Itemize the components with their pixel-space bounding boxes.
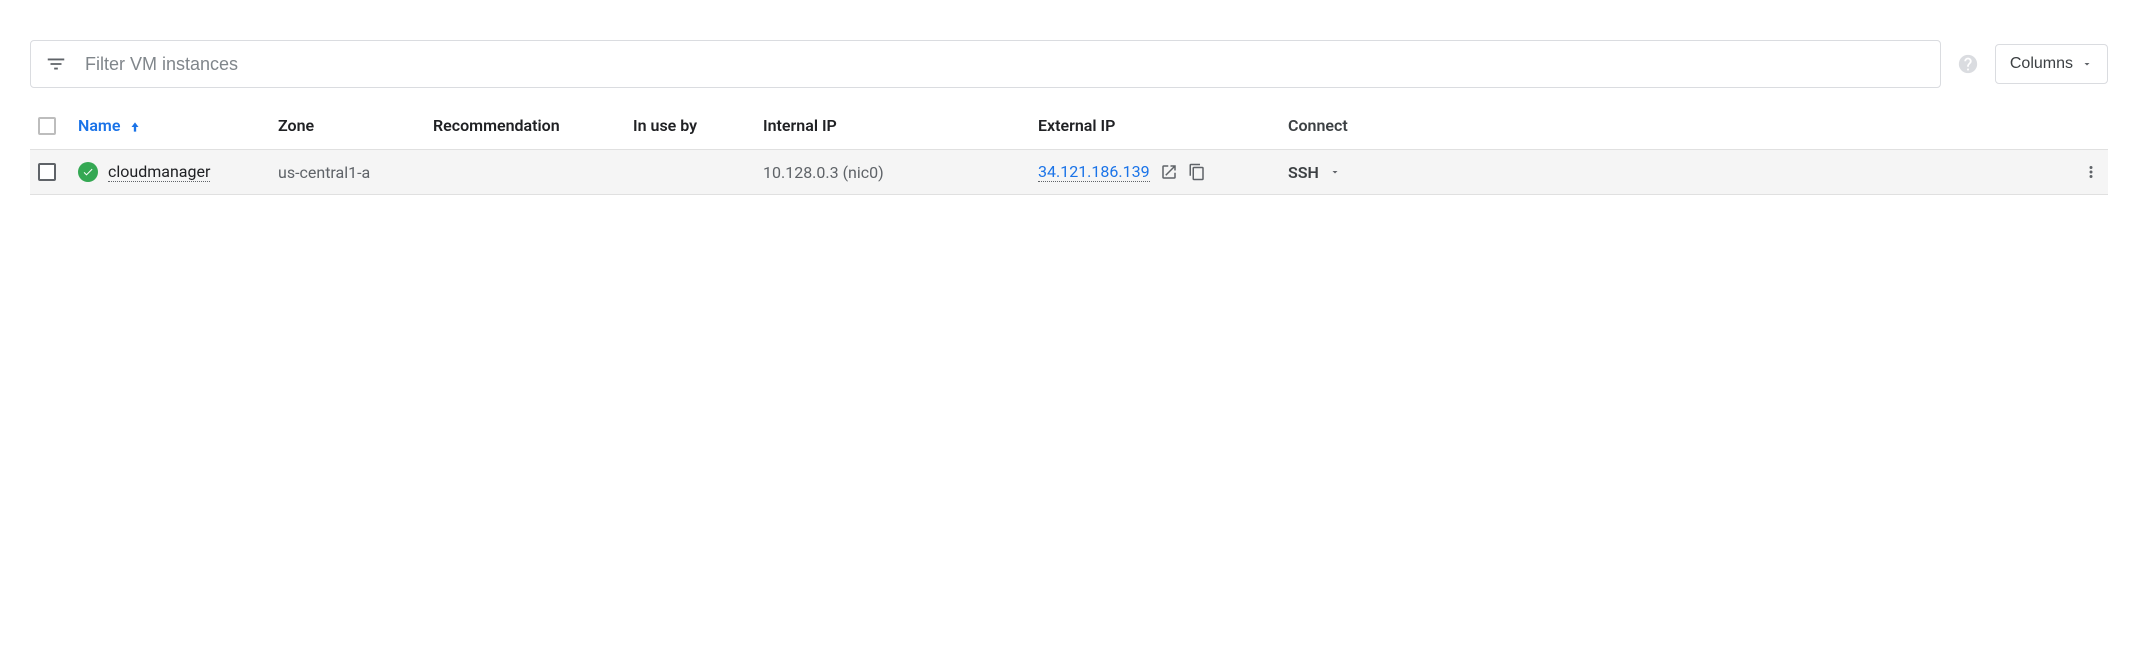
filter-icon — [45, 53, 67, 75]
column-header-zone[interactable]: Zone — [270, 106, 425, 150]
caret-down-icon — [1329, 166, 1341, 178]
column-header-name[interactable]: Name — [70, 106, 270, 150]
copy-icon[interactable] — [1188, 163, 1206, 181]
table-row: cloudmanager us-central1-a 10.128.0.3 (n… — [30, 150, 2108, 195]
internal-ip-value: 10.128.0.3 (nic0) — [763, 163, 884, 182]
vm-instances-table: Name Zone Recommendation In use by Inter… — [30, 106, 2108, 195]
open-in-new-icon[interactable] — [1160, 163, 1178, 181]
filter-box[interactable] — [30, 40, 1941, 88]
row-checkbox[interactable] — [38, 163, 56, 181]
columns-button-label: Columns — [2010, 55, 2073, 73]
external-ip-link[interactable]: 34.121.186.139 — [1038, 162, 1150, 182]
ssh-button[interactable]: SSH — [1288, 163, 1341, 182]
column-header-internal-ip[interactable]: Internal IP — [755, 106, 1030, 150]
ssh-label: SSH — [1288, 163, 1319, 182]
column-header-recommendation[interactable]: Recommendation — [425, 106, 625, 150]
select-all-checkbox[interactable] — [38, 117, 56, 135]
filter-input[interactable] — [83, 53, 1926, 76]
help-icon[interactable] — [1957, 53, 1979, 75]
zone-value: us-central1-a — [278, 163, 370, 182]
status-running-icon — [78, 162, 98, 182]
instance-name-link[interactable]: cloudmanager — [108, 162, 210, 182]
column-header-in-use-by[interactable]: In use by — [625, 106, 755, 150]
caret-down-icon — [2081, 58, 2093, 70]
more-vert-icon[interactable] — [2082, 163, 2100, 181]
column-header-external-ip[interactable]: External IP — [1030, 106, 1280, 150]
header-name-label: Name — [78, 116, 120, 135]
columns-button[interactable]: Columns — [1995, 44, 2108, 84]
column-header-connect: Connect — [1280, 106, 2108, 150]
sort-asc-icon — [128, 120, 142, 134]
